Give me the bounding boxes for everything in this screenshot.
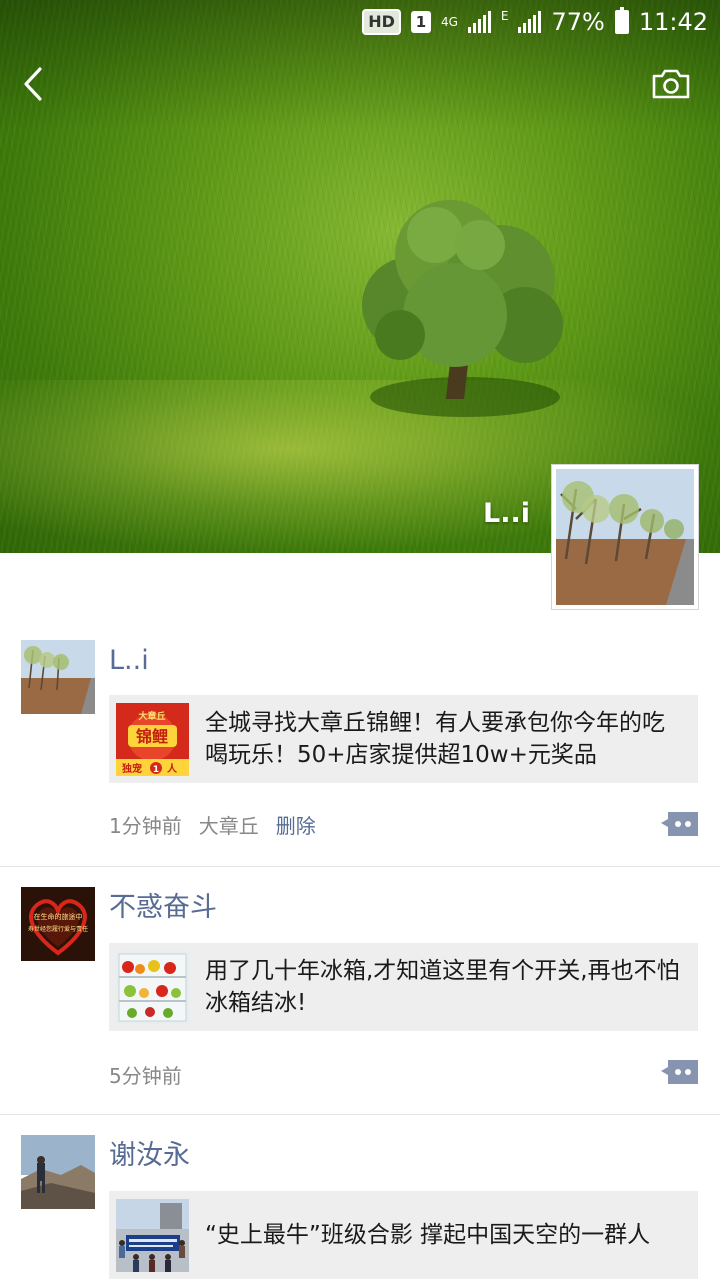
post-author[interactable]: L..i [109, 644, 149, 678]
share-title: “史上最牛”班级合影 撑起中国天空的一群人 [205, 1222, 651, 1248]
share-card[interactable]: 大章丘 锦鲤 独宠 1 人 全城寻找大章丘锦鲤！有人要承包你今年的吃喝玩乐！50… [109, 695, 698, 783]
comment-icon [661, 812, 698, 836]
share-thumbnail [116, 950, 189, 1024]
post-avatar[interactable] [21, 1135, 95, 1209]
post-time: 1分钟前 [109, 814, 182, 838]
signal-icon [467, 11, 491, 33]
moments-feed: L..i 大章丘 锦鲤 独宠 1 人 全城寻找大章丘锦鲤！有人要承包你今年的吃喝… [0, 553, 720, 1280]
avatar-image: 在生命的旅途中 寿世经您履行爱与责任 [21, 887, 95, 961]
thumb-top-text: 大章丘 [138, 710, 165, 722]
chevron-left-icon [24, 67, 42, 101]
post-item: L..i 大章丘 锦鲤 独宠 1 人 全城寻找大章丘锦鲤！有人要承包你今年的吃喝… [0, 553, 720, 867]
thumb-bottom-text: 独宠 [122, 762, 142, 775]
thumb-bottom-num: 1 [153, 765, 159, 775]
battery-percent: 77% [551, 8, 605, 36]
koi-promo-image: 大章丘 锦鲤 独宠 1 人 [116, 702, 189, 776]
share-thumbnail [116, 1198, 189, 1272]
post-item: 在生命的旅途中 寿世经您履行爱与责任 不惑奋斗 用了几十年冰箱,才知道这里有个开… [0, 867, 720, 1115]
share-title: 用了几十年冰箱,才知道这里有个开关,再也不怕冰箱结冰! [205, 958, 680, 1016]
avatar-line2: 寿世经您履行爱与责任 [28, 925, 88, 933]
thumb-main-text: 锦鲤 [136, 727, 168, 746]
fridge-image [116, 950, 189, 1024]
hd-badge: HD [362, 9, 401, 35]
post-item: 谢汝永 “史上最牛”班级合影 撑起中国天空的一群人 [0, 1115, 720, 1280]
network-indicator: 4G [441, 16, 458, 28]
status-bar: HD 1 4G E 77% 11:42 [0, 0, 720, 44]
signal2-icon [518, 11, 542, 33]
post-meta: 5分钟前 [109, 1060, 182, 1089]
battery-icon [614, 7, 629, 34]
class-photo-image [116, 1198, 189, 1272]
network2-label: E [500, 9, 509, 23]
clock: 11:42 [638, 8, 708, 36]
profile-name[interactable]: L..i [483, 498, 530, 529]
avatar-line1: 在生命的旅途中 [34, 912, 83, 921]
post-meta: 1分钟前 大章丘 删除 [109, 810, 316, 839]
post-avatar[interactable]: 在生命的旅途中 寿世经您履行爱与责任 [21, 887, 95, 961]
post-avatar[interactable] [21, 640, 95, 714]
camera-icon [652, 69, 690, 99]
sim-badge: 1 [410, 11, 431, 33]
share-card[interactable]: 用了几十年冰箱,才知道这里有个开关,再也不怕冰箱结冰! [109, 943, 698, 1031]
comment-button[interactable] [660, 810, 700, 838]
network-label: 4G [440, 15, 458, 29]
avatar-image [21, 640, 95, 714]
comment-button[interactable] [660, 1058, 700, 1086]
post-location[interactable]: 大章丘 [199, 810, 259, 839]
comment-icon [661, 1060, 698, 1084]
back-button[interactable] [18, 64, 54, 104]
share-thumbnail: 大章丘 锦鲤 独宠 1 人 [116, 702, 189, 776]
tree-image [362, 200, 563, 417]
avatar-image [21, 1135, 95, 1209]
post-author[interactable]: 不惑奋斗 [109, 891, 217, 925]
share-title: 全城寻找大章丘锦鲤！有人要承包你今年的吃喝玩乐！50+店家提供超10w+元奖品 [205, 710, 665, 768]
delete-button[interactable]: 删除 [276, 810, 316, 839]
thumb-bottom-unit: 人 [167, 762, 178, 775]
camera-button[interactable] [650, 66, 692, 102]
share-card[interactable]: “史上最牛”班级合影 撑起中国天空的一群人 [109, 1191, 698, 1279]
post-time: 5分钟前 [109, 1064, 182, 1088]
post-author[interactable]: 谢汝永 [109, 1139, 190, 1173]
